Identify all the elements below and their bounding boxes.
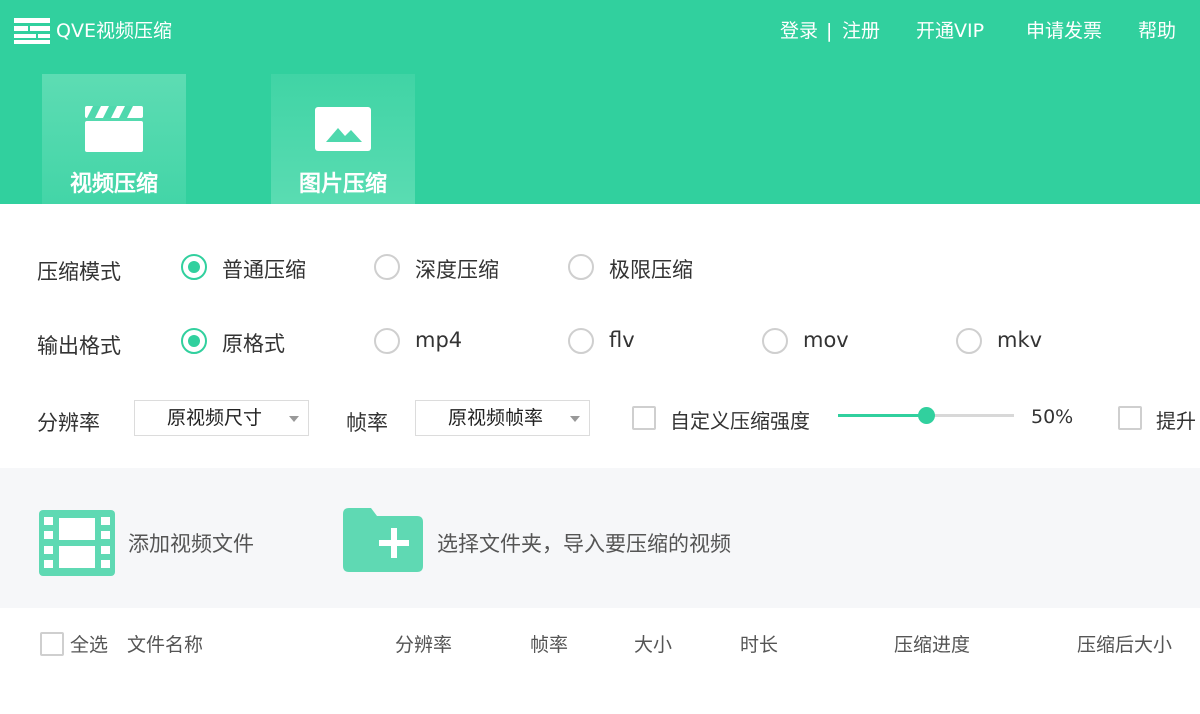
vip-link[interactable]: 开通VIP <box>916 18 984 44</box>
app-logo-icon <box>14 18 50 44</box>
framerate-select[interactable]: 原视频帧率 <box>415 400 590 436</box>
folder-add-icon[interactable] <box>343 508 423 572</box>
tab-image-compress[interactable]: 图片压缩 <box>271 74 415 204</box>
tab-label: 视频压缩 <box>69 172 158 197</box>
strength-slider[interactable] <box>838 407 1014 424</box>
framerate-label: 帧率 <box>346 411 388 435</box>
column-header-duration: 时长 <box>740 634 779 656</box>
framerate-value: 原视频帧率 <box>448 407 544 429</box>
radio-label: 极限压缩 <box>609 258 693 282</box>
title-bar: QVE视频压缩 登录 | 注册 开通VIP 申请发票 帮助 视频压缩 图片压缩 <box>0 0 1200 204</box>
radio-mov[interactable] <box>762 328 788 354</box>
select-folder-button[interactable]: 选择文件夹，导入要压缩的视频 <box>437 528 731 558</box>
add-video-button[interactable]: 添加视频文件 <box>128 528 254 558</box>
resolution-value: 原视频尺寸 <box>167 407 263 429</box>
tab-video-compress[interactable]: 视频压缩 <box>42 74 186 204</box>
radio-deep-compress[interactable] <box>374 254 400 280</box>
strength-value: 50% <box>1031 406 1074 428</box>
radio-extreme-compress[interactable] <box>568 254 594 280</box>
column-header-compressed-size: 压缩后大小 <box>1077 634 1173 656</box>
select-all-label: 全选 <box>70 634 109 656</box>
menu-separator: | <box>826 20 833 42</box>
radio-normal-compress[interactable] <box>181 254 207 280</box>
import-area: 添加视频文件 选择文件夹，导入要压缩的视频 <box>0 468 1200 608</box>
register-link[interactable]: 注册 <box>842 18 880 44</box>
film-icon[interactable] <box>39 510 115 576</box>
invoice-link[interactable]: 申请发票 <box>1026 18 1102 44</box>
help-link[interactable]: 帮助 <box>1138 18 1176 44</box>
radio-flv[interactable] <box>568 328 594 354</box>
custom-strength-label: 自定义压缩强度 <box>670 409 810 433</box>
radio-mkv[interactable] <box>956 328 982 354</box>
radio-label: 普通压缩 <box>222 258 306 282</box>
column-header-resolution: 分辨率 <box>395 634 453 656</box>
image-icon <box>315 107 371 151</box>
chevron-down-icon <box>570 416 580 422</box>
column-header-framerate: 帧率 <box>530 634 569 656</box>
column-header-progress: 压缩进度 <box>894 634 971 656</box>
radio-label: mp4 <box>415 328 463 352</box>
compress-mode-label: 压缩模式 <box>37 260 121 284</box>
radio-label: flv <box>609 328 635 352</box>
resolution-select[interactable]: 原视频尺寸 <box>134 400 309 436</box>
custom-strength-checkbox[interactable] <box>632 406 656 430</box>
resolution-label: 分辨率 <box>37 411 100 435</box>
extra-option-checkbox[interactable] <box>1118 406 1142 430</box>
chevron-down-icon <box>289 416 299 422</box>
slider-thumb[interactable] <box>918 407 935 424</box>
extra-option-label: 提升 <box>1156 409 1196 433</box>
radio-original-format[interactable] <box>181 328 207 354</box>
app-title: QVE视频压缩 <box>56 20 172 42</box>
slider-fill <box>838 414 926 417</box>
radio-label: mkv <box>997 328 1043 352</box>
column-header-size: 大小 <box>634 634 673 656</box>
tab-label: 图片压缩 <box>298 172 387 197</box>
radio-mp4[interactable] <box>374 328 400 354</box>
column-header-filename: 文件名称 <box>127 634 204 656</box>
login-link[interactable]: 登录 <box>780 18 818 44</box>
clapperboard-icon <box>85 106 143 152</box>
output-format-label: 输出格式 <box>37 334 121 358</box>
radio-label: 原格式 <box>222 332 285 356</box>
radio-label: mov <box>803 328 849 352</box>
radio-label: 深度压缩 <box>415 258 499 282</box>
select-all-checkbox[interactable] <box>40 632 64 656</box>
